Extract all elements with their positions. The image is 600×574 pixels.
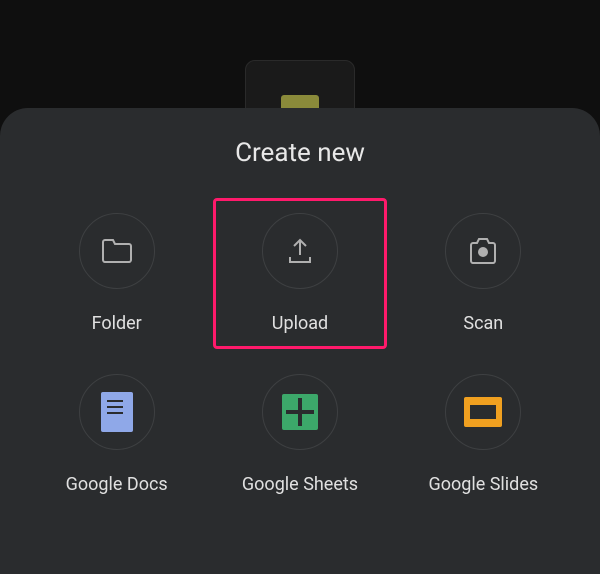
folder-icon bbox=[101, 238, 133, 264]
slides-icon-circle bbox=[445, 374, 521, 450]
upload-label: Upload bbox=[272, 313, 328, 334]
upload-option[interactable]: Upload bbox=[213, 198, 386, 349]
folder-label: Folder bbox=[92, 313, 142, 334]
scan-icon-circle bbox=[445, 213, 521, 289]
upload-icon bbox=[286, 237, 314, 265]
create-new-sheet: Create new Folder Upload bbox=[0, 108, 600, 574]
docs-label: Google Docs bbox=[66, 474, 168, 495]
google-docs-icon bbox=[101, 392, 133, 432]
google-docs-option[interactable]: Google Docs bbox=[30, 359, 203, 510]
folder-option[interactable]: Folder bbox=[30, 198, 203, 349]
folder-icon-circle bbox=[79, 213, 155, 289]
scan-label: Scan bbox=[463, 313, 503, 334]
options-grid: Folder Upload Scan bbox=[20, 198, 580, 510]
sheets-label: Google Sheets bbox=[242, 474, 358, 495]
scan-option[interactable]: Scan bbox=[397, 198, 570, 349]
sheets-icon-circle bbox=[262, 374, 338, 450]
camera-icon bbox=[467, 237, 499, 265]
slides-label: Google Slides bbox=[428, 474, 538, 495]
sheet-title: Create new bbox=[20, 138, 580, 168]
google-slides-icon bbox=[464, 397, 502, 427]
google-sheets-option[interactable]: Google Sheets bbox=[213, 359, 386, 510]
docs-icon-circle bbox=[79, 374, 155, 450]
upload-icon-circle bbox=[262, 213, 338, 289]
google-slides-option[interactable]: Google Slides bbox=[397, 359, 570, 510]
google-sheets-icon bbox=[282, 394, 318, 430]
